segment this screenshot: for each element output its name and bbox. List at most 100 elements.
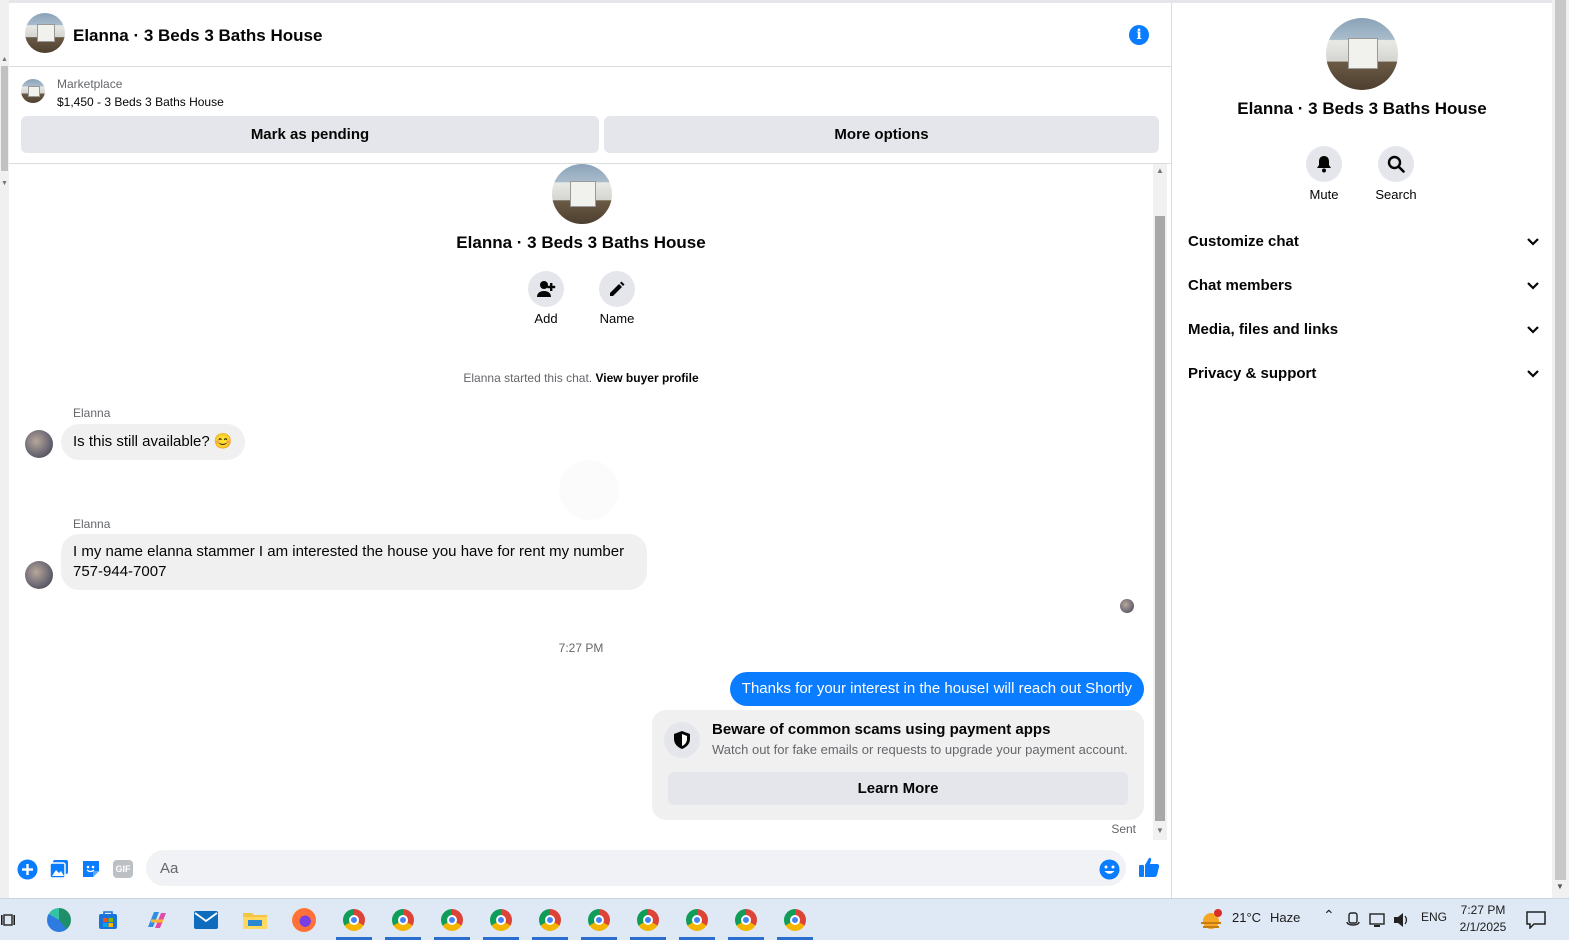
page-scrollbar[interactable]: ▼ <box>1552 0 1569 898</box>
marketplace-bar: Marketplace $1,450 - 3 Beds 3 Baths Hous… <box>9 67 1171 164</box>
started-text: Elanna started this chat. <box>463 371 593 385</box>
sender-name: Elanna <box>73 517 111 531</box>
sender-name: Elanna <box>73 406 111 420</box>
message-input[interactable] <box>146 850 1126 886</box>
view-buyer-profile-link[interactable]: View buyer profile <box>595 371 698 385</box>
add-people-button[interactable] <box>528 271 564 307</box>
section-privacy-support[interactable]: Privacy & support <box>1188 355 1540 395</box>
chrome-icon[interactable] <box>782 907 808 933</box>
conversation-name: Elanna · 3 Beds 3 Baths House <box>456 233 706 252</box>
scroll-up-arrow-icon[interactable]: ▲ <box>1156 166 1164 175</box>
incoming-message[interactable]: I my name elanna stammer I am interested… <box>61 534 647 590</box>
chrome-icon[interactable] <box>684 907 710 933</box>
notification-icon[interactable] <box>1523 907 1549 933</box>
search-button[interactable] <box>1378 146 1414 182</box>
search-label: Search <box>1375 187 1417 202</box>
message-composer: GIF <box>9 842 1171 896</box>
chat-header: Elanna · 3 Beds 3 Baths House i <box>9 3 1171 67</box>
scroll-down-arrow-icon[interactable]: ▼ <box>1 180 8 187</box>
pencil-icon <box>610 281 625 296</box>
mark-as-pending-button[interactable]: Mark as pending <box>21 116 599 153</box>
message-thread[interactable]: Elanna · 3 Beds 3 Baths House Add Name E… <box>9 164 1153 840</box>
scroll-down-arrow-icon[interactable]: ▼ <box>1556 882 1564 891</box>
chrome-icon[interactable] <box>586 907 612 933</box>
chrome-icon[interactable] <box>341 907 367 933</box>
more-options-button[interactable]: More options <box>604 116 1159 153</box>
mail-icon[interactable] <box>193 907 219 933</box>
bell-icon <box>1317 156 1331 173</box>
chevron-up-icon[interactable]: ⌃ <box>1323 907 1335 924</box>
weather-temperature[interactable]: 21°C <box>1232 910 1261 925</box>
chat-started-notice: Elanna started this chat. View buyer pro… <box>9 371 1153 385</box>
conversation-avatar <box>552 164 612 224</box>
scroll-down-arrow-icon[interactable]: ▼ <box>1156 826 1164 835</box>
chrome-icon[interactable] <box>390 907 416 933</box>
edge-browser-icon[interactable] <box>46 907 72 933</box>
system-clock[interactable]: 7:27 PM 2/1/2025 <box>1448 902 1518 936</box>
section-chat-members[interactable]: Chat members <box>1188 267 1540 307</box>
sender-avatar[interactable] <box>25 561 53 589</box>
chevron-down-icon <box>1527 238 1539 246</box>
language-indicator[interactable]: ENG <box>1421 910 1447 924</box>
scrollbar-thumb[interactable] <box>1155 216 1165 821</box>
section-customize-chat[interactable]: Customize chat <box>1188 223 1540 263</box>
emoji-icon[interactable] <box>1098 858 1120 880</box>
weather-description[interactable]: Haze <box>1270 910 1300 925</box>
like-icon[interactable] <box>1138 856 1160 878</box>
incoming-message[interactable]: Is this still available? 😊 <box>61 424 245 460</box>
scrollbar-thumb[interactable] <box>1 66 8 171</box>
clock-time: 7:27 PM <box>1460 903 1506 917</box>
marketplace-label: Marketplace <box>57 77 123 91</box>
chat-title[interactable]: Elanna · 3 Beds 3 Baths House <box>73 26 322 46</box>
message-timestamp: 7:27 PM <box>558 641 604 655</box>
store-icon[interactable] <box>95 907 121 933</box>
panel-chat-name: Elanna · 3 Beds 3 Baths House <box>1237 99 1487 118</box>
chat-avatar[interactable] <box>25 13 65 53</box>
gif-label: GIF <box>113 860 133 878</box>
weather-icon[interactable] <box>1198 907 1224 933</box>
file-explorer-icon[interactable] <box>242 907 268 933</box>
messages-scrollbar[interactable]: ▲ ▼ <box>1153 164 1167 840</box>
sticker-icon[interactable] <box>80 858 102 880</box>
panel-avatar[interactable] <box>1326 18 1398 90</box>
info-icon[interactable]: i <box>1129 25 1149 45</box>
meet-now-icon[interactable] <box>1343 907 1363 933</box>
scam-warning-card: Beware of common scams using payment app… <box>652 710 1144 820</box>
task-view-icon[interactable] <box>0 907 22 933</box>
scroll-up-arrow-icon[interactable]: ▲ <box>1 56 8 63</box>
volume-icon[interactable] <box>1391 907 1413 933</box>
scrollbar-thumb[interactable] <box>1555 0 1566 880</box>
network-icon[interactable] <box>1367 907 1389 933</box>
section-label: Chat members <box>1188 277 1293 294</box>
gif-icon[interactable]: GIF <box>112 858 134 880</box>
left-scrollbar[interactable]: ▲ ▼ <box>0 0 9 898</box>
firefox-icon[interactable] <box>291 907 317 933</box>
search-icon <box>1387 155 1405 173</box>
image-icon[interactable] <box>48 858 70 880</box>
chrome-icon[interactable] <box>439 907 465 933</box>
section-label: Customize chat <box>1188 233 1299 250</box>
listing-thumbnail[interactable] <box>21 79 45 103</box>
section-media-files-links[interactable]: Media, files and links <box>1188 311 1540 351</box>
edit-name-button[interactable] <box>599 271 635 307</box>
scam-warning-subtitle: Watch out for fake emails or requests to… <box>712 742 1128 757</box>
chevron-down-icon <box>1527 370 1539 378</box>
learn-more-button[interactable]: Learn More <box>668 772 1128 805</box>
copilot-icon[interactable] <box>144 907 170 933</box>
chrome-icon[interactable] <box>537 907 563 933</box>
sender-avatar[interactable] <box>25 430 53 458</box>
section-label: Privacy & support <box>1188 365 1317 382</box>
listing-title[interactable]: $1,450 - 3 Beds 3 Baths House <box>57 95 224 109</box>
read-receipt-avatar <box>1120 599 1134 613</box>
mute-button[interactable] <box>1306 146 1342 182</box>
chrome-icon[interactable] <box>635 907 661 933</box>
plus-icon[interactable] <box>16 858 38 880</box>
sent-status: Sent <box>1111 822 1136 836</box>
chrome-icon[interactable] <box>488 907 514 933</box>
clock-date: 2/1/2025 <box>1459 920 1507 934</box>
loading-placeholder <box>559 460 619 520</box>
outgoing-message[interactable]: Thanks for your interest in the houseI w… <box>729 672 1144 706</box>
chrome-icon[interactable] <box>733 907 759 933</box>
name-label: Name <box>599 311 635 326</box>
section-label: Media, files and links <box>1188 321 1339 338</box>
